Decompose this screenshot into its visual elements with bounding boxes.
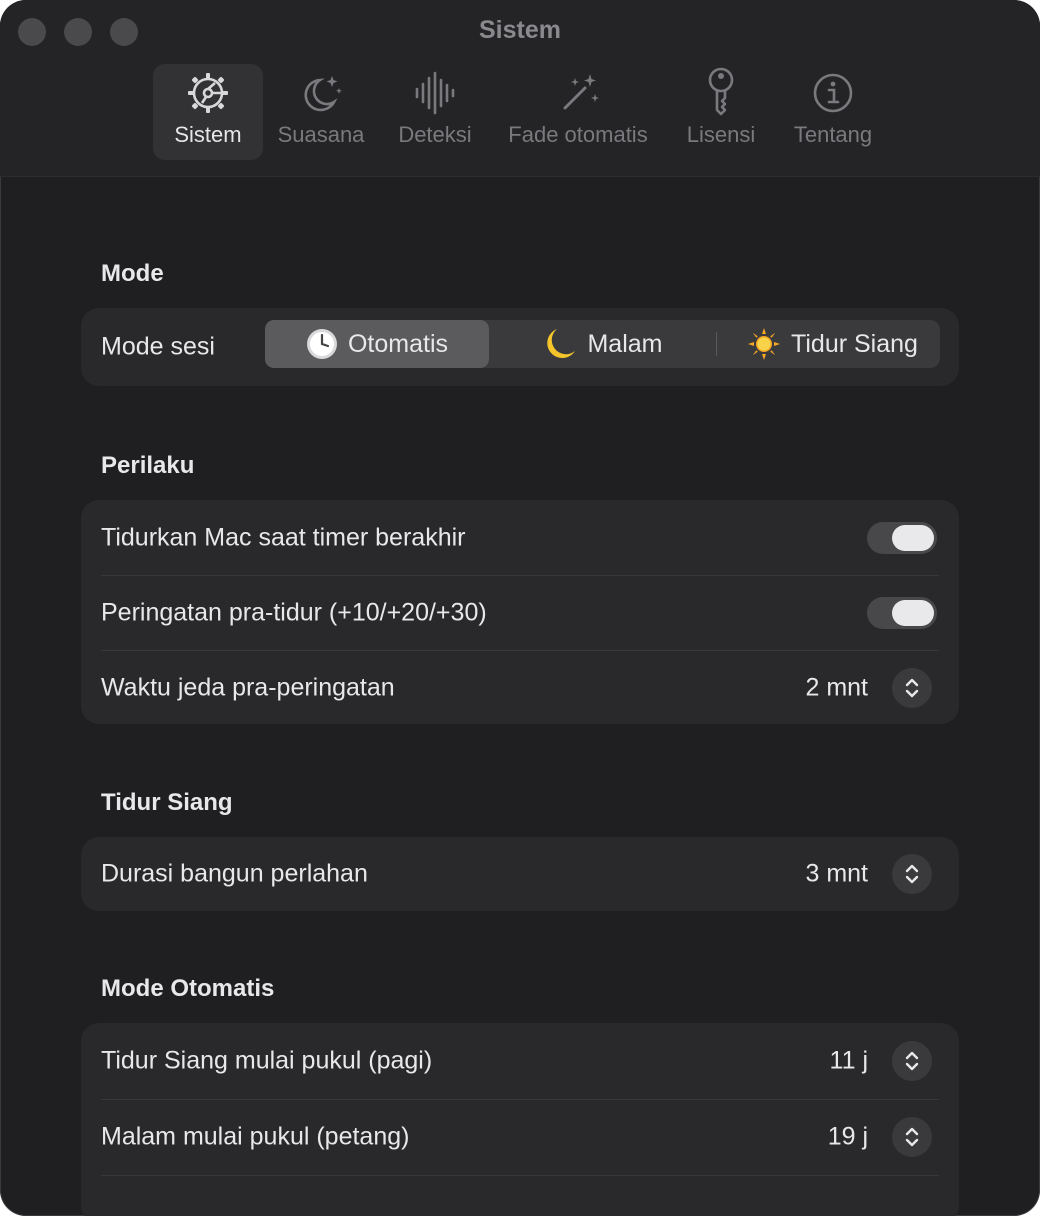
window-title: Sistem bbox=[479, 16, 561, 44]
tab-sistem[interactable]: Sistem bbox=[153, 64, 263, 160]
pre-warning-row: Peringatan pra-tidur (+10/+20/+30) bbox=[101, 575, 939, 651]
chevron-up-down-icon bbox=[905, 1051, 919, 1071]
nap-card: Durasi bangun perlahan 3 mnt bbox=[81, 837, 959, 911]
chevron-up-down-icon bbox=[905, 1127, 919, 1147]
pause-label: Waktu jeda pra-peringatan bbox=[101, 673, 395, 701]
section-title-mode: Mode bbox=[101, 260, 164, 287]
night-start-value: 19 j bbox=[827, 1122, 868, 1151]
sleep-mac-toggle[interactable] bbox=[867, 521, 937, 554]
pre-warning-toggle[interactable] bbox=[867, 596, 937, 629]
segment-divider bbox=[716, 332, 717, 356]
pause-value: 2 mnt bbox=[805, 673, 868, 701]
wake-duration-label: Durasi bangun perlahan bbox=[101, 859, 368, 888]
segment-malam[interactable]: Malam bbox=[497, 320, 709, 368]
tab-fade-otomatis[interactable]: Fade otomatis bbox=[500, 64, 656, 160]
gear-icon bbox=[188, 73, 228, 113]
auto-mode-card: Tidur Siang mulai pukul (pagi) 11 j Mala… bbox=[81, 1023, 959, 1216]
section-title-mode-otomatis: Mode Otomatis bbox=[101, 975, 275, 1002]
toolbar: Sistem Sistem Suasana Deteksi Fade otoma… bbox=[0, 0, 1040, 177]
crescent-moon-icon bbox=[547, 329, 576, 359]
nap-start-label: Tidur Siang mulai pukul (pagi) bbox=[101, 1046, 433, 1075]
chevron-up-down-icon bbox=[905, 678, 919, 697]
segment-otomatis[interactable]: Otomatis bbox=[265, 320, 489, 368]
segment-label: Otomatis bbox=[347, 329, 449, 358]
info-icon bbox=[813, 73, 853, 113]
wake-duration-value: 3 mnt bbox=[805, 859, 868, 888]
pause-stepper[interactable] bbox=[892, 667, 932, 708]
mode-card: Mode sesi Otomatis Malam Tidur Siang bbox=[81, 308, 959, 386]
segment-label: Malam bbox=[587, 329, 663, 358]
tab-label: Sistem bbox=[174, 122, 242, 147]
settings-window: Sistem Sistem Suasana Deteksi Fade otoma… bbox=[0, 0, 1040, 1216]
tab-label: Tentang bbox=[793, 122, 873, 147]
pause-row: Waktu jeda pra-peringatan 2 mnt bbox=[101, 650, 939, 725]
chevron-up-down-icon bbox=[905, 864, 919, 884]
waveform-icon bbox=[415, 71, 455, 115]
nap-start-stepper[interactable] bbox=[892, 1041, 932, 1081]
tab-label: Fade otomatis bbox=[508, 122, 648, 147]
night-start-stepper[interactable] bbox=[892, 1117, 932, 1157]
tab-deteksi[interactable]: Deteksi bbox=[390, 64, 480, 160]
sun-icon bbox=[748, 328, 781, 360]
wake-duration-stepper[interactable] bbox=[892, 854, 932, 894]
night-start-label: Malam mulai pukul (petang) bbox=[101, 1122, 410, 1151]
sleep-mac-row: Tidurkan Mac saat timer berakhir bbox=[101, 500, 939, 576]
pre-warning-label: Peringatan pra-tidur (+10/+20/+30) bbox=[101, 598, 487, 626]
section-title-tidur-siang: Tidur Siang bbox=[101, 789, 233, 816]
wake-duration-row: Durasi bangun perlahan 3 mnt bbox=[101, 837, 939, 911]
tab-label: Deteksi bbox=[398, 122, 472, 147]
toggle-knob bbox=[892, 599, 934, 626]
segment-tidur-siang[interactable]: Tidur Siang bbox=[725, 320, 940, 368]
key-icon bbox=[708, 67, 734, 116]
nap-start-value: 11 j bbox=[829, 1046, 868, 1075]
tab-suasana[interactable]: Suasana bbox=[270, 64, 372, 160]
magic-wand-icon bbox=[563, 74, 599, 110]
tab-lisensi[interactable]: Lisensi bbox=[680, 64, 762, 160]
toggle-knob bbox=[892, 524, 934, 551]
tab-label: Lisensi bbox=[686, 122, 756, 147]
mode-session-label: Mode sesi bbox=[101, 332, 215, 361]
nap-start-row: Tidur Siang mulai pukul (pagi) 11 j bbox=[101, 1023, 939, 1100]
tab-label: Suasana bbox=[277, 122, 365, 147]
moon-stars-icon bbox=[304, 76, 342, 112]
tab-tentang[interactable]: Tentang bbox=[785, 64, 881, 160]
segment-label: Tidur Siang bbox=[791, 329, 918, 358]
sleep-mac-label: Tidurkan Mac saat timer berakhir bbox=[101, 523, 466, 551]
section-title-perilaku: Perilaku bbox=[101, 452, 195, 479]
behavior-card: Tidurkan Mac saat timer berakhir Peringa… bbox=[81, 500, 959, 724]
mode-segmented-control[interactable]: Otomatis Malam Tidur Siang bbox=[265, 320, 940, 368]
night-start-row: Malam mulai pukul (petang) 19 j bbox=[101, 1099, 939, 1176]
clock-icon bbox=[306, 329, 337, 359]
